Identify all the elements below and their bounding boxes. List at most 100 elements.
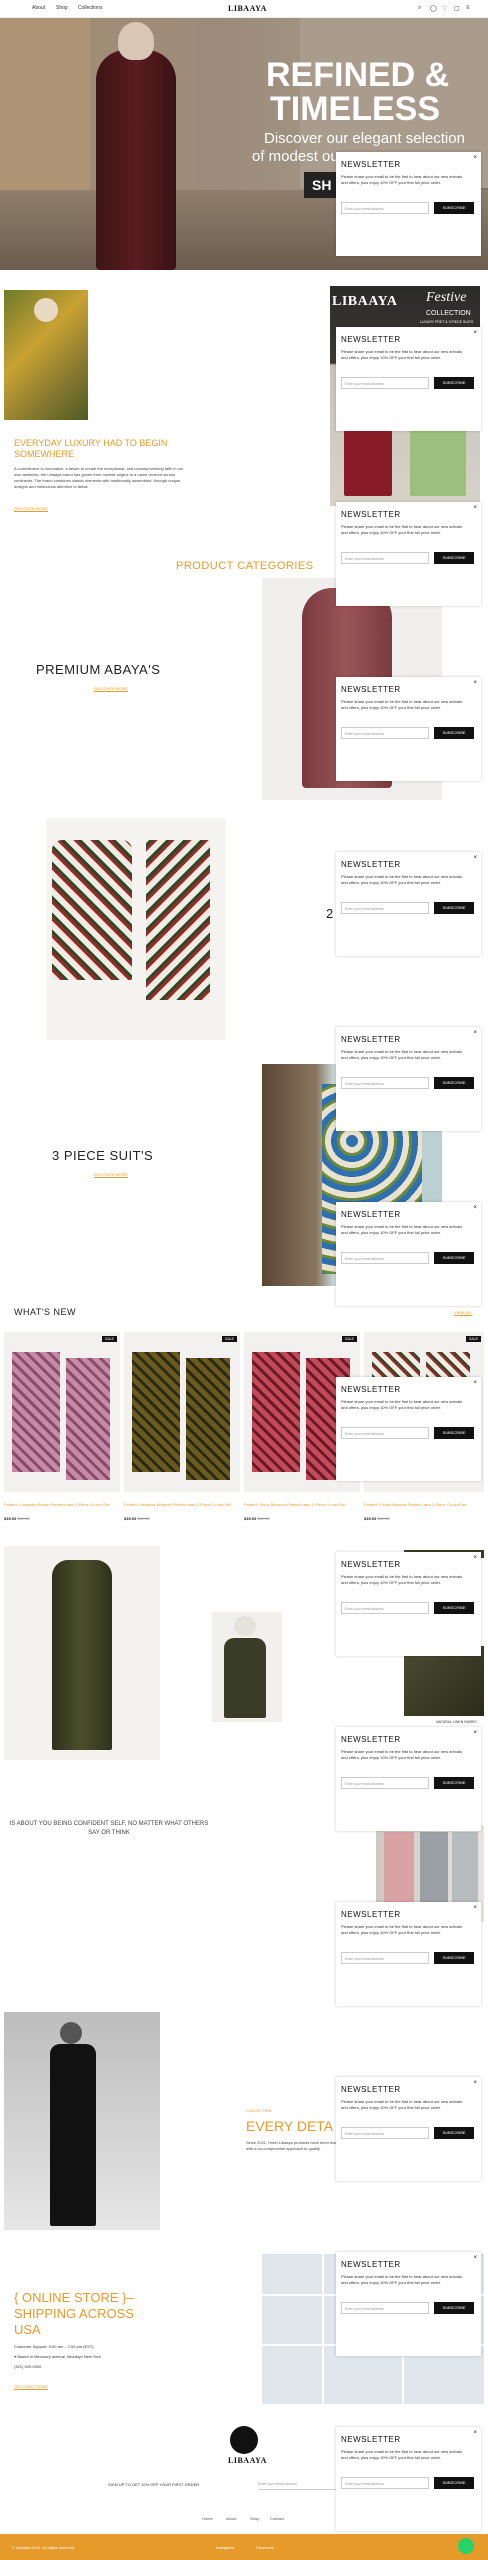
- footer-signup-text: SIGN UP TO GET 10% OFF YOUR FIRST ORDER: [108, 2482, 200, 2487]
- newsletter-email-input[interactable]: Enter your email address: [341, 552, 429, 564]
- newsletter-email-input[interactable]: Enter your email address: [341, 1252, 429, 1264]
- subscribe-button[interactable]: SUBSCRIBE: [434, 377, 474, 389]
- subscribe-button[interactable]: SUBSCRIBE: [434, 552, 474, 564]
- close-icon[interactable]: ×: [473, 1905, 477, 1911]
- product-price: $39.00 $49.00: [364, 1516, 390, 1521]
- subscribe-button[interactable]: SUBSCRIBE: [434, 2477, 474, 2489]
- subscribe-button[interactable]: SUBSCRIBE: [434, 902, 474, 914]
- confidence-text: IS ABOUT YOU BEING CONFIDENT SELF, NO MA…: [9, 1821, 209, 1836]
- menu-icon[interactable]: ≡: [466, 5, 470, 11]
- close-icon[interactable]: ×: [473, 1030, 477, 1036]
- newsletter-popup: × NEWSLETTER Please share your email to …: [336, 2427, 481, 2531]
- newsletter-email-input[interactable]: Enter your email address: [341, 727, 429, 739]
- subscribe-button[interactable]: SUBSCRIBE: [434, 202, 474, 214]
- subscribe-button[interactable]: SUBSCRIBE: [434, 727, 474, 739]
- subscribe-button[interactable]: SUBSCRIBE: [434, 2302, 474, 2314]
- subscribe-button[interactable]: SUBSCRIBE: [434, 1252, 474, 1264]
- product-name[interactable]: Printed - Meadow Whisper Printed Lawn 2-…: [124, 1502, 240, 1507]
- whatsapp-icon[interactable]: [458, 2538, 474, 2554]
- whats-new-view-all[interactable]: VIEW ALL: [454, 1310, 472, 1315]
- sale-badge: SALE: [342, 1336, 357, 1342]
- close-icon[interactable]: ×: [473, 155, 477, 161]
- product-name[interactable]: Printed - Ruby Blossom Printed Lawn 2-Pi…: [244, 1502, 360, 1507]
- newsletter-email-input[interactable]: Enter your email address: [341, 2127, 429, 2139]
- product-name[interactable]: Printed - Lavender Bloom Printed Lawn 2-…: [4, 1502, 120, 1507]
- subscribe-button[interactable]: SUBSCRIBE: [434, 1952, 474, 1964]
- category-suits-title[interactable]: 3 PIECE SUIT'S: [52, 1148, 153, 1163]
- footer-link-shop[interactable]: Shop: [250, 2516, 259, 2521]
- footer-link-home[interactable]: Home: [202, 2516, 213, 2521]
- close-icon[interactable]: ×: [473, 680, 477, 686]
- hero-model-coat: [96, 50, 176, 270]
- site-header: About Shop Collections LIBAAYA ⌕ ◯ ♡ ▢ ≡: [0, 0, 488, 18]
- close-icon[interactable]: ×: [473, 1380, 477, 1386]
- promo-line2: LUXURY PRET & 3 PIECE SUITS: [420, 320, 474, 324]
- categories-heading: PRODUCT CATEGORIES: [176, 560, 314, 572]
- search-icon[interactable]: ⌕: [418, 5, 421, 12]
- nav-collections[interactable]: Collections: [78, 5, 102, 11]
- category-abayas-title[interactable]: PREMIUM ABAYA'S: [36, 662, 160, 677]
- category-coord-title[interactable]: 2: [326, 906, 334, 921]
- coord-shirt: [52, 840, 132, 980]
- newsletter-text: Please share your email to be the first …: [341, 1574, 463, 1585]
- footer-link-about[interactable]: About: [226, 2516, 236, 2521]
- newsletter-popup: × NEWSLETTER Please share your email to …: [336, 152, 481, 256]
- newsletter-email-input[interactable]: Enter your email address: [341, 1777, 429, 1789]
- footer-social-instagram[interactable]: Instagram: [216, 2545, 234, 2550]
- newsletter-email-input[interactable]: Enter your email address: [341, 2302, 429, 2314]
- subscribe-button[interactable]: SUBSCRIBE: [434, 1077, 474, 1089]
- olive-dress-image: [4, 1546, 160, 1760]
- subscribe-button[interactable]: SUBSCRIBE: [434, 2127, 474, 2139]
- close-icon[interactable]: ×: [473, 505, 477, 511]
- newsletter-title: NEWSLETTER: [341, 1210, 401, 1219]
- newsletter-email-input[interactable]: Enter your email address: [341, 1077, 429, 1089]
- newsletter-email-input[interactable]: Enter your email address: [341, 1602, 429, 1614]
- hero-title-line2: TIMELESS: [270, 90, 441, 128]
- store-phone[interactable]: (321) 000-0000: [14, 2364, 41, 2369]
- close-icon[interactable]: ×: [473, 1555, 477, 1561]
- subscribe-button[interactable]: SUBSCRIBE: [434, 1777, 474, 1789]
- product-name[interactable]: Printed - Floral Meadow Printed Lawn 2-P…: [364, 1502, 484, 1507]
- newsletter-email-input[interactable]: Enter your email address: [341, 1952, 429, 1964]
- newsletter-email-input[interactable]: Enter your email address: [341, 202, 429, 214]
- category-abayas-link[interactable]: DISCOVER MORE: [94, 686, 128, 691]
- product-image: [66, 1358, 110, 1480]
- subscribe-button[interactable]: SUBSCRIBE: [434, 1427, 474, 1439]
- cart-icon[interactable]: ▢: [454, 5, 460, 12]
- nav-shop[interactable]: Shop: [56, 5, 68, 11]
- sale-badge: SALE: [466, 1336, 481, 1342]
- newsletter-email-input[interactable]: Enter your email address: [341, 377, 429, 389]
- store-directions-link[interactable]: GET DIRECTIONS: [14, 2384, 48, 2389]
- newsletter-email-input[interactable]: Enter your email address: [341, 2477, 429, 2489]
- nav-about[interactable]: About: [32, 5, 45, 11]
- product-card[interactable]: SALE: [124, 1332, 240, 1492]
- user-icon[interactable]: ◯: [430, 5, 437, 12]
- close-icon[interactable]: ×: [473, 2255, 477, 2261]
- close-icon[interactable]: ×: [473, 2080, 477, 2086]
- about-discover-link[interactable]: DISCOVER MORE: [14, 506, 48, 511]
- footer-link-contact[interactable]: Contact: [270, 2516, 284, 2521]
- category-coord-image[interactable]: [46, 818, 226, 1040]
- coord-trousers: [146, 840, 210, 1000]
- close-icon[interactable]: ×: [473, 855, 477, 861]
- category-suits-link[interactable]: DISCOVER MORE: [94, 1172, 128, 1177]
- product-card[interactable]: SALE: [4, 1332, 120, 1492]
- newsletter-title: NEWSLETTER: [341, 1035, 401, 1044]
- close-icon[interactable]: ×: [473, 1205, 477, 1211]
- newsletter-email-input[interactable]: Enter your email address: [341, 1427, 429, 1439]
- newsletter-popup: × NEWSLETTER Please share your email to …: [336, 677, 481, 781]
- site-logo[interactable]: LIBAAYA: [228, 4, 267, 13]
- olive-dress-mannequin: [212, 1612, 282, 1722]
- close-icon[interactable]: ×: [473, 330, 477, 336]
- subscribe-button[interactable]: SUBSCRIBE: [434, 1602, 474, 1614]
- location-icon: ⌖: [14, 2354, 17, 2359]
- close-icon[interactable]: ×: [473, 2430, 477, 2436]
- newsletter-popup: × NEWSLETTER Please share your email to …: [336, 502, 481, 606]
- newsletter-popup: × NEWSLETTER Please share your email to …: [336, 852, 481, 956]
- close-icon[interactable]: ×: [473, 1730, 477, 1736]
- footer-logo-mark: [230, 2426, 258, 2454]
- footer-logo[interactable]: LIBAAYA: [228, 2456, 267, 2465]
- heart-icon[interactable]: ♡: [442, 5, 447, 12]
- newsletter-email-input[interactable]: Enter your email address: [341, 902, 429, 914]
- footer-social-facebook[interactable]: Facebook: [256, 2545, 274, 2550]
